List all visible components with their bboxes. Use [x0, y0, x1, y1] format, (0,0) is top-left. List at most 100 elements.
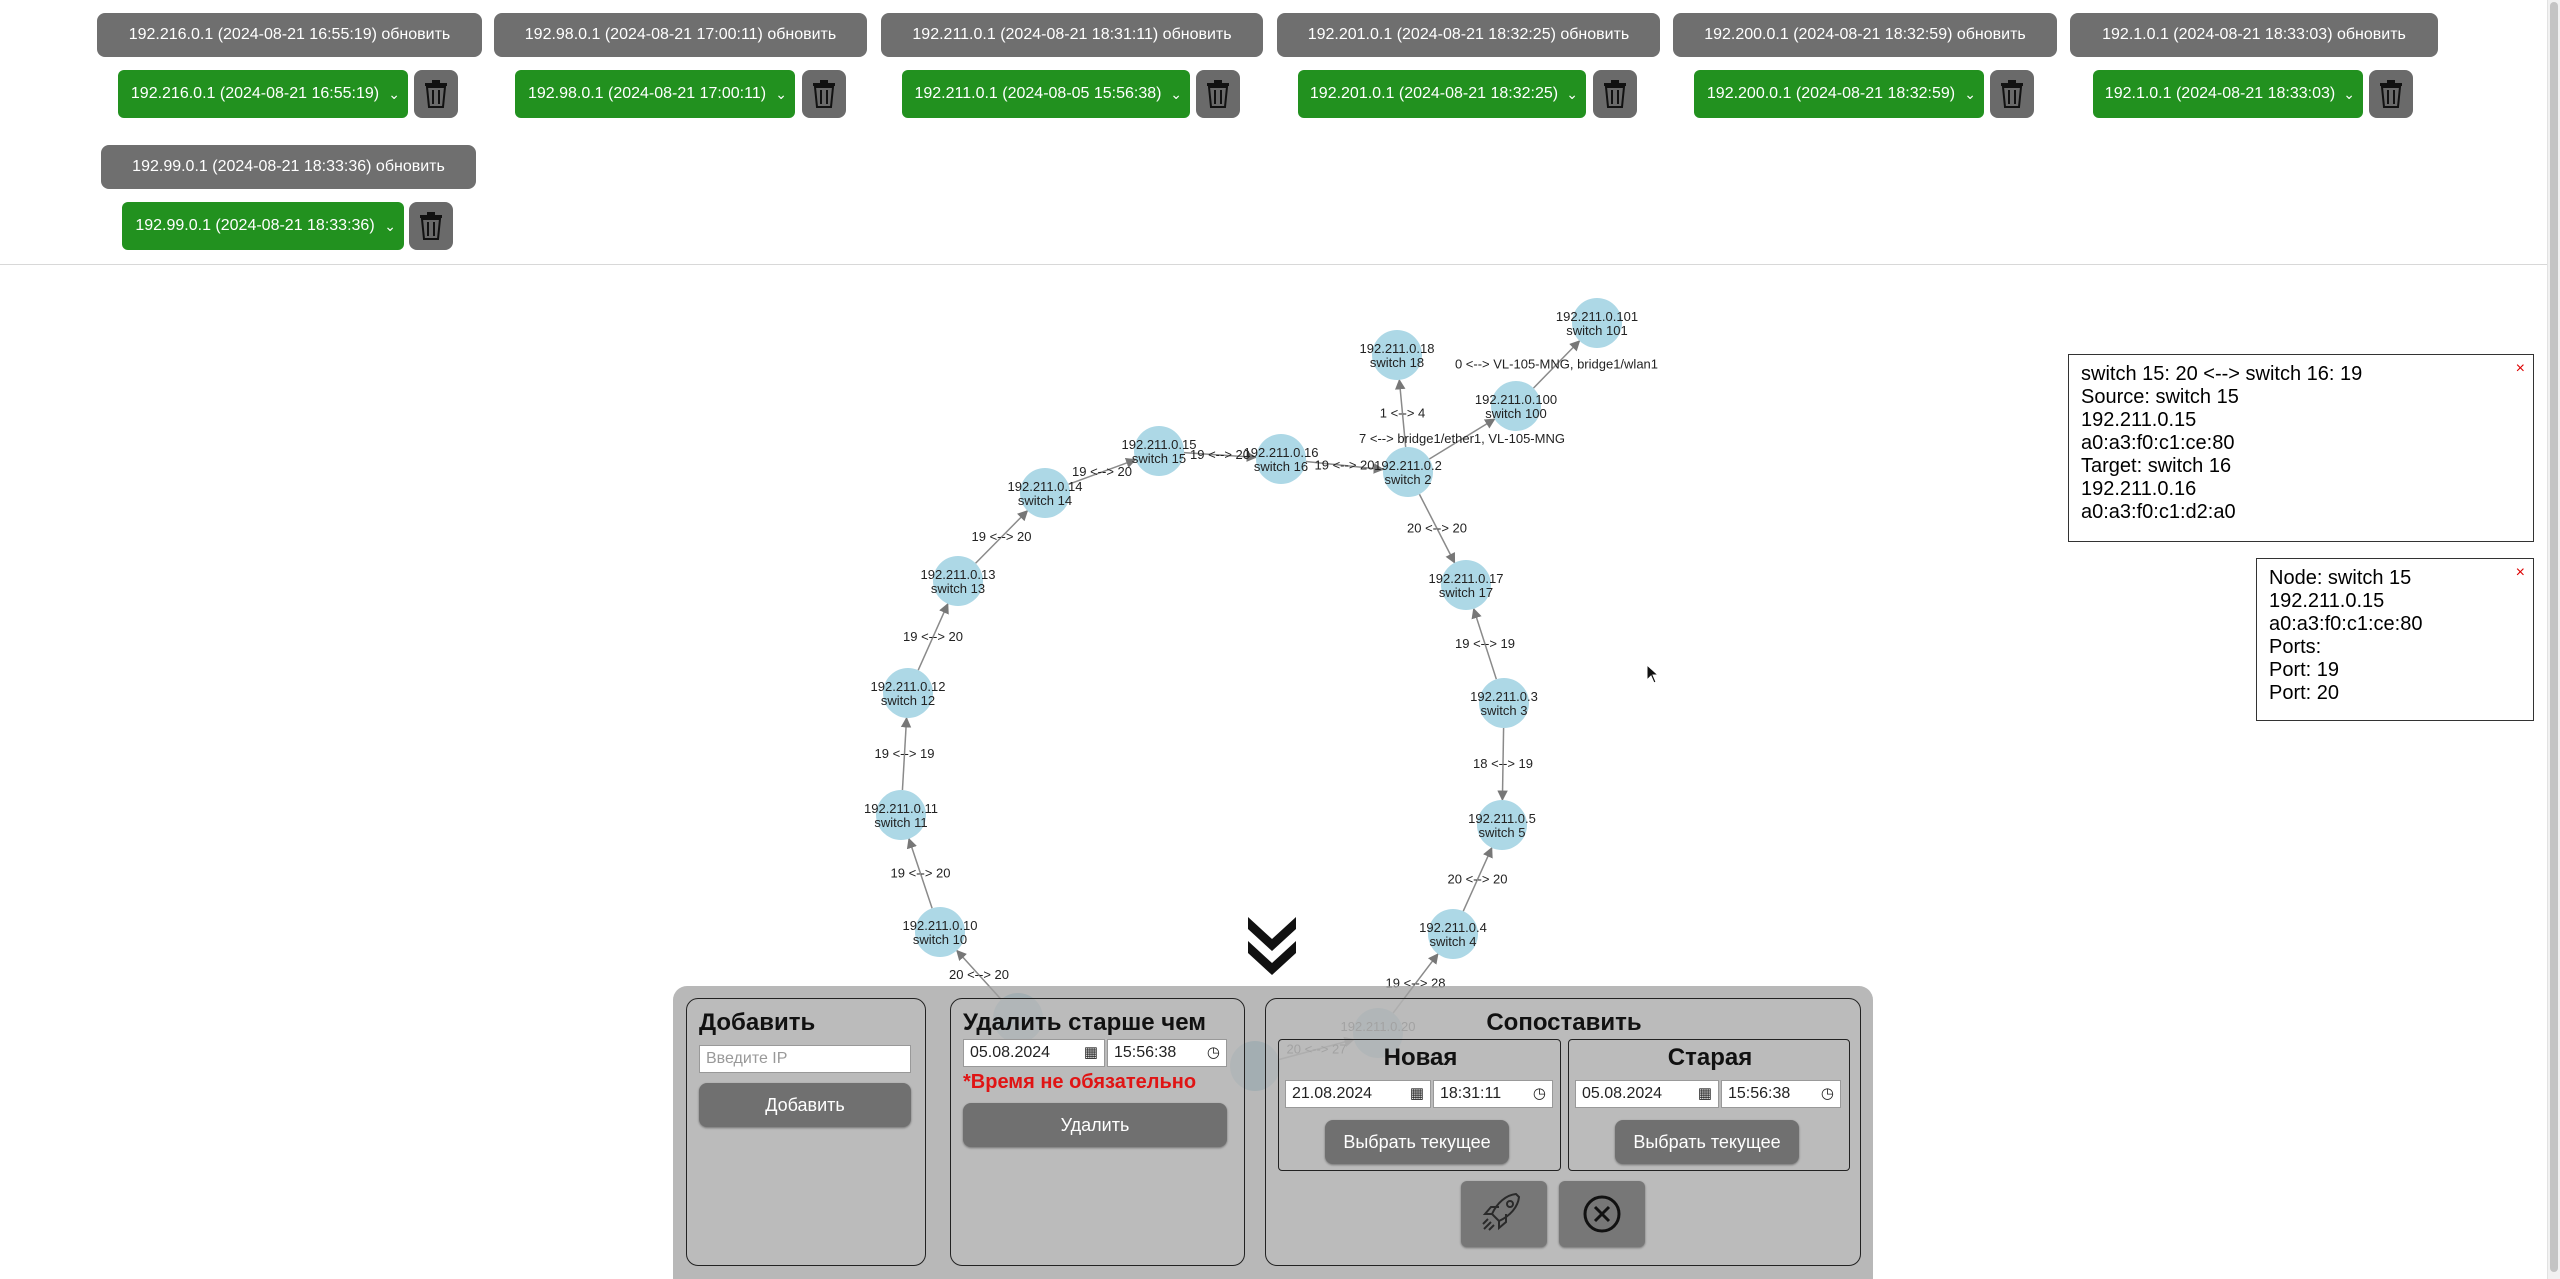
scrollbar-thumb[interactable] [2550, 2, 2558, 1272]
update-source-button[interactable]: 192.99.0.1 (2024-08-21 18:33:36) обновит… [101, 145, 476, 189]
edge-label: 20 <--> 20 [1448, 872, 1508, 887]
new-time-input[interactable]: 18:31:11 ◷ [1433, 1080, 1553, 1108]
info-line: Node: switch 15 [2269, 567, 2412, 589]
graph-node[interactable]: 192.211.0.12switch 12 [871, 668, 946, 718]
select-current-old-button[interactable]: Выбрать текущее [1615, 1120, 1799, 1164]
trash-button[interactable] [414, 70, 458, 118]
graph-node[interactable]: 192.211.0.16switch 16 [1244, 434, 1319, 484]
trash-icon [2001, 80, 2023, 108]
node-name-label: switch 5 [1479, 825, 1526, 840]
chevron-down-icon: ⌄ [388, 86, 400, 102]
graph-node[interactable]: 192.211.0.10switch 10 [903, 907, 978, 957]
trash-button[interactable] [409, 202, 453, 250]
edge-label: 19 <--> 20 [1315, 458, 1375, 473]
delete-date-value: 05.08.2024 [970, 1044, 1051, 1061]
node-ip-label: 192.211.0.11 [864, 801, 938, 816]
new-date-input[interactable]: 21.08.2024 ▦ [1285, 1080, 1431, 1108]
trash-button[interactable] [802, 70, 846, 118]
chevrons-down-icon[interactable] [1246, 913, 1298, 979]
trash-button[interactable] [2369, 70, 2413, 118]
snapshot-select-value: 192.211.0.1 (2024-08-05 15:56:38) [914, 85, 1162, 102]
update-source-button[interactable]: 192.200.0.1 (2024-08-21 18:32:59) обнови… [1673, 13, 2057, 57]
node-ip-label: 192.211.0.2 [1374, 458, 1442, 473]
chevron-down-icon: ⌄ [1170, 86, 1182, 102]
edge-label: 19 <--> 20 [1190, 447, 1250, 462]
edge-label: 19 <--> 20 [903, 629, 963, 644]
graph-node[interactable]: 192.211.0.2switch 2 [1374, 447, 1442, 497]
old-date-input[interactable]: 05.08.2024 ▦ [1575, 1080, 1719, 1108]
edge-label: 1 <--> 4 [1380, 406, 1426, 421]
chevron-down-icon: ⌄ [384, 218, 396, 234]
trash-icon [425, 80, 447, 108]
new-title: Новая [1383, 1044, 1458, 1071]
old-time-input[interactable]: 15:56:38 ◷ [1721, 1080, 1841, 1108]
node-name-label: switch 10 [913, 932, 967, 947]
node-ip-label: 192.211.0.12 [871, 679, 946, 694]
graph-node[interactable]: 192.211.0.13switch 13 [921, 556, 996, 606]
new-time-value: 18:31:11 [1440, 1085, 1502, 1102]
graph-node[interactable]: 192.211.0.5switch 5 [1468, 800, 1536, 850]
info-line: Source: switch 15 [2081, 386, 2239, 408]
graph-node[interactable]: 192.211.0.11switch 11 [864, 790, 938, 840]
snapshot-select[interactable]: 192.99.0.1 (2024-08-21 18:33:36) ⌄ [122, 202, 404, 250]
update-source-button[interactable]: 192.201.0.1 (2024-08-21 18:32:25) обнови… [1277, 13, 1660, 57]
info-line: a0:a3:f0:c1:ce:80 [2269, 613, 2423, 635]
clock-icon: ◷ [1820, 1085, 1834, 1102]
new-snapshot-box: Новая 21.08.2024 ▦ 18:31:11 ◷ Выбрать теку… [1278, 1039, 1561, 1171]
vertical-scrollbar[interactable] [2547, 0, 2560, 1279]
delete-time-input[interactable]: 15:56:38 ◷ [1107, 1039, 1227, 1067]
graph-node[interactable]: 192.211.0.3switch 3 [1470, 678, 1538, 728]
snapshot-select[interactable]: 192.1.0.1 (2024-08-21 18:33:03) ⌄ [2093, 70, 2363, 118]
sources-bar: 192.216.0.1 (2024-08-21 16:55:19) обнови… [0, 0, 2548, 265]
info-line: Target: switch 16 [2081, 455, 2232, 477]
graph-node[interactable]: 192.211.0.15switch 15 [1122, 426, 1197, 476]
launch-compare-button[interactable] [1461, 1181, 1547, 1247]
add-button[interactable]: Добавить [699, 1083, 911, 1127]
trash-button[interactable] [1990, 70, 2034, 118]
graph-node[interactable]: 192.211.0.101switch 101 [1556, 298, 1638, 348]
snapshot-select[interactable]: 192.98.0.1 (2024-08-21 17:00:11) ⌄ [515, 70, 795, 118]
snapshot-select[interactable]: 192.211.0.1 (2024-08-05 15:56:38) ⌄ [902, 70, 1190, 118]
update-source-button[interactable]: 192.211.0.1 (2024-08-21 18:31:11) обнови… [881, 13, 1263, 57]
graph-node[interactable]: 192.211.0.4switch 4 [1419, 909, 1487, 959]
node-name-label: switch 100 [1485, 406, 1546, 421]
trash-button[interactable] [1593, 70, 1637, 118]
select-current-new-button[interactable]: Выбрать текущее [1325, 1120, 1509, 1164]
cancel-compare-button[interactable] [1559, 1181, 1645, 1247]
node-name-label: switch 3 [1481, 703, 1528, 718]
delete-time-value: 15:56:38 [1114, 1044, 1177, 1061]
node-name-label: switch 11 [874, 815, 927, 830]
info-line: switch 15: 20 <--> switch 16: 19 [2081, 363, 2363, 385]
delete-button[interactable]: Удалить [963, 1103, 1227, 1147]
update-source-button[interactable]: 192.98.0.1 (2024-08-21 17:00:11) обновит… [494, 13, 867, 57]
info-line: Ports: [2269, 636, 2322, 658]
trash-button[interactable] [1196, 70, 1240, 118]
close-icon[interactable]: × [2516, 361, 2525, 377]
snapshot-select-value: 192.98.0.1 (2024-08-21 17:00:11) [527, 85, 767, 102]
edge-label: 20 <--> 20 [1407, 521, 1467, 536]
node-name-label: switch 12 [881, 693, 935, 708]
close-icon[interactable]: × [2516, 565, 2525, 581]
compare-title: Сопоставить [1486, 1009, 1642, 1036]
update-source-button[interactable]: 192.1.0.1 (2024-08-21 18:33:03) обновить [2070, 13, 2438, 57]
calendar-icon: ▦ [1083, 1044, 1098, 1061]
delete-title: Удалить старше чем [963, 1009, 1207, 1036]
chevron-down-icon: ⌄ [1964, 86, 1976, 102]
snapshot-select-value: 192.201.0.1 (2024-08-21 18:32:25) [1309, 85, 1559, 102]
snapshot-select[interactable]: 192.216.0.1 (2024-08-21 16:55:19) ⌄ [118, 70, 408, 118]
delete-card: Удалить старше чем 05.08.2024 ▦ 15:56:38 ◷… [950, 998, 1245, 1266]
snapshot-select[interactable]: 192.200.0.1 (2024-08-21 18:32:59) ⌄ [1694, 70, 1984, 118]
delete-date-input[interactable]: 05.08.2024 ▦ [963, 1039, 1105, 1067]
edge-label: 19 <--> 20 [1072, 464, 1132, 479]
node-ip-label: 192.211.0.3 [1470, 689, 1538, 704]
snapshot-select-value: 192.216.0.1 (2024-08-21 16:55:19) [130, 85, 380, 102]
node-ip-label: 192.211.0.5 [1468, 811, 1536, 826]
calendar-icon: ▦ [1409, 1085, 1424, 1102]
info-line: Port: 19 [2269, 659, 2340, 681]
graph-node[interactable]: 192.211.0.17switch 17 [1429, 560, 1504, 610]
ip-input[interactable]: Введите IP [699, 1045, 911, 1073]
graph-node[interactable]: 192.211.0.18switch 18 [1360, 330, 1435, 380]
update-source-button[interactable]: 192.216.0.1 (2024-08-21 16:55:19) обнови… [97, 13, 482, 57]
snapshot-select[interactable]: 192.201.0.1 (2024-08-21 18:32:25) ⌄ [1298, 70, 1586, 118]
snapshot-select-value: 192.99.0.1 (2024-08-21 18:33:36) [135, 217, 375, 234]
